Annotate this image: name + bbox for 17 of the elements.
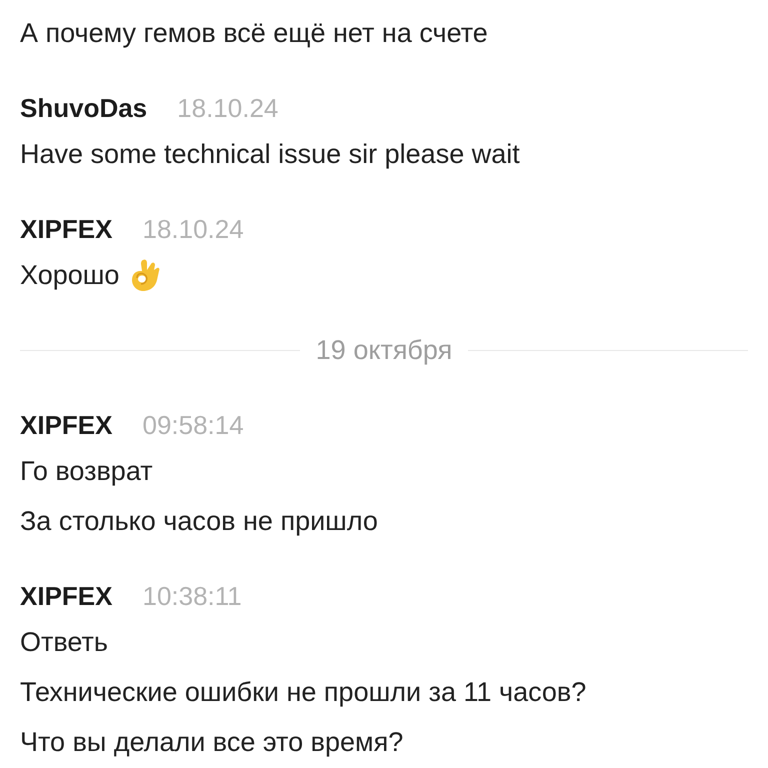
author-name: ShuvoDas bbox=[20, 92, 148, 125]
message-time: 18.10.24 bbox=[177, 92, 278, 125]
message-time: 10:38:11 bbox=[142, 580, 242, 613]
message-text: А почему гемов всё ещё нет на счете bbox=[20, 17, 488, 50]
message-text: Технические ошибки не прошли за 11 часов? bbox=[20, 676, 586, 709]
message-time: 18.10.24 bbox=[142, 213, 244, 246]
date-divider-label: 19 октября bbox=[316, 334, 452, 367]
author-name: XIPFEX bbox=[20, 213, 112, 246]
message-time: 09:58:14 bbox=[142, 409, 244, 442]
author-name: XIPFEX bbox=[20, 580, 112, 613]
message-text: Have some technical issue sir please wait bbox=[20, 138, 520, 171]
message-text: Что вы делали все это время? bbox=[20, 726, 404, 759]
message-text: Ответь bbox=[20, 626, 108, 659]
message-text: За столько часов не пришло bbox=[20, 505, 378, 538]
message-text: Го возврат bbox=[20, 455, 153, 488]
message-text: Хорошо bbox=[20, 259, 120, 292]
author-name: XIPFEX bbox=[20, 409, 112, 442]
